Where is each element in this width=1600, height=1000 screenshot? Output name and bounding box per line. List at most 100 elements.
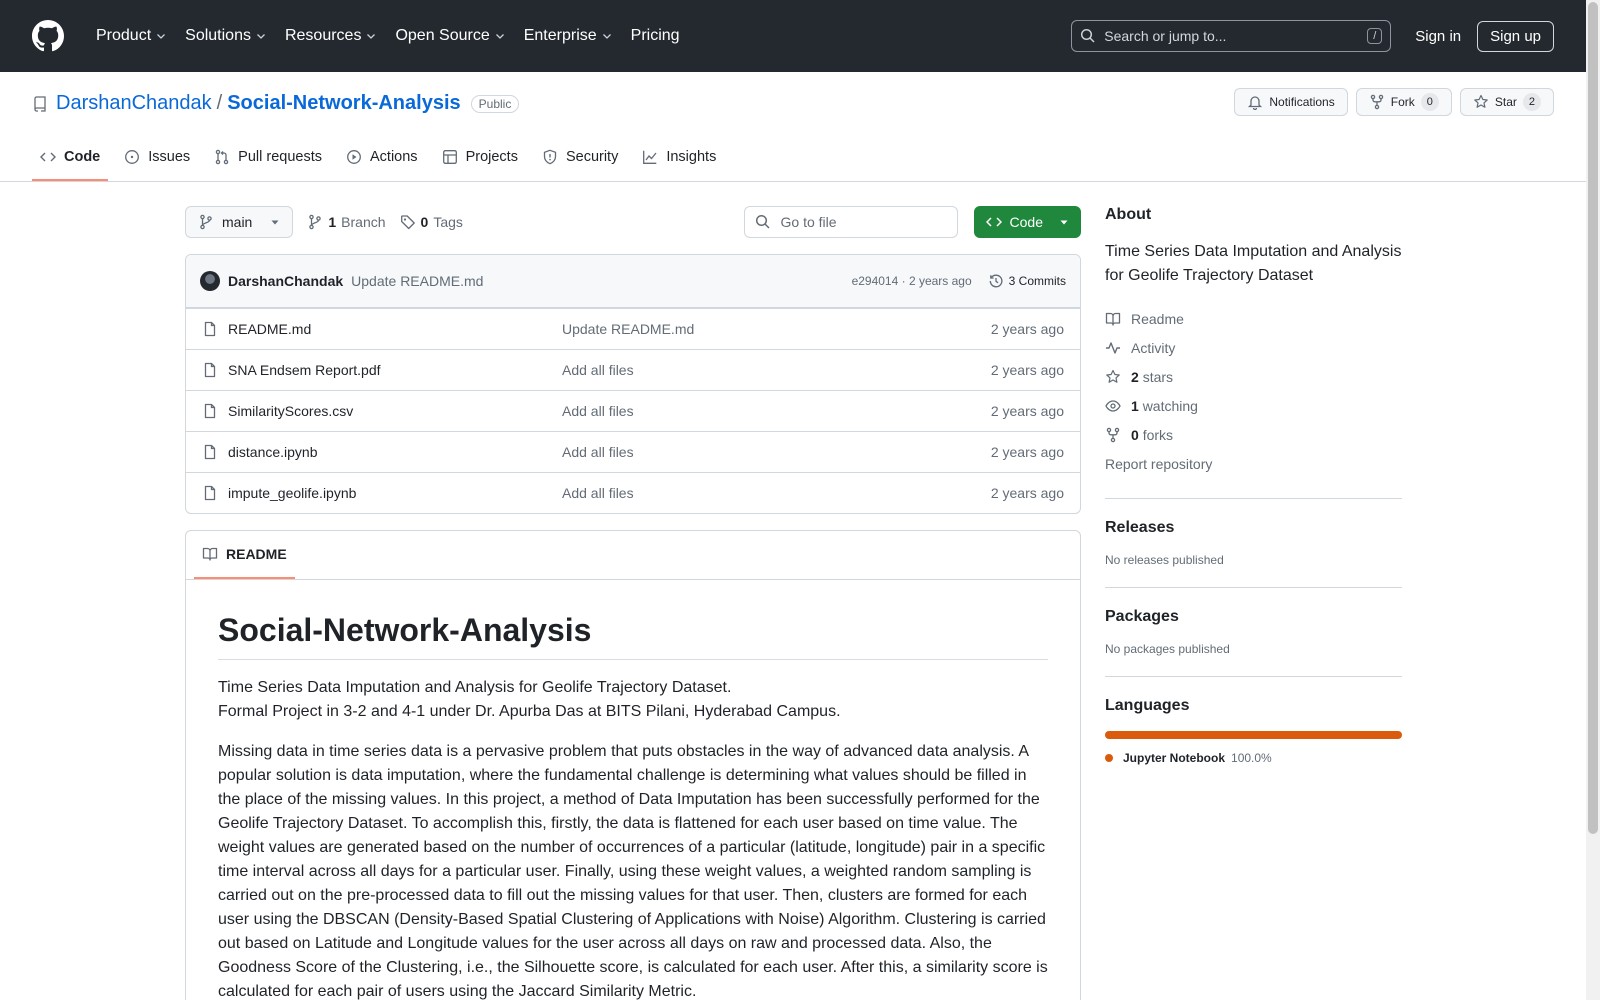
releases-heading[interactable]: Releases [1105,519,1402,537]
tab-code[interactable]: Code [32,135,109,181]
fork-icon [1105,427,1121,443]
star-button[interactable]: Star 2 [1459,88,1554,116]
notifications-button[interactable]: Notifications [1234,88,1348,116]
file-icon [202,485,218,501]
tab-security[interactable]: Security [534,135,626,181]
graph-icon [642,149,658,165]
chevron-down-icon [365,30,377,42]
tab-issues[interactable]: Issues [116,135,198,181]
commit-author-link[interactable]: DarshanChandak [228,273,343,289]
chevron-down-icon [601,30,613,42]
file-icon [202,362,218,378]
file-name-link[interactable]: SNA Endsem Report.pdf [228,362,562,378]
chevron-down-icon [255,30,267,42]
sign-in-link[interactable]: Sign in [1407,22,1469,51]
readme-intro: Time Series Data Imputation and Analysis… [218,676,1048,724]
file-name-link[interactable]: impute_geolife.ipynb [228,485,562,501]
github-logo-icon[interactable] [32,20,64,52]
file-row[interactable]: impute_geolife.ipynb Add all files 2 yea… [186,472,1080,513]
repo-sidebar: About Time Series Data Imputation and An… [1105,206,1402,765]
file-name-link[interactable]: distance.ipynb [228,444,562,460]
nav-product[interactable]: Product [88,21,175,51]
repo-icon [32,95,48,112]
shield-icon [542,149,558,165]
nav-pricing[interactable]: Pricing [623,21,688,51]
chevron-down-icon [155,30,167,42]
releases-section: Releases No releases published [1105,498,1402,567]
readme-tab[interactable]: README [194,531,295,579]
file-commit-date: 2 years ago [990,362,1064,378]
tab-insights[interactable]: Insights [634,135,724,181]
stars-link[interactable]: 2 stars [1105,362,1402,391]
fork-icon [1369,94,1385,110]
nav-enterprise[interactable]: Enterprise [516,21,621,51]
tab-actions[interactable]: Actions [338,135,426,181]
file-row[interactable]: SimilarityScores.csv Add all files 2 yea… [186,390,1080,431]
file-commit-message[interactable]: Add all files [562,362,991,378]
language-color-dot [1105,754,1113,762]
page-scrollbar[interactable] [1586,0,1600,1000]
go-to-file-input[interactable]: Go to file [743,206,958,238]
code-dropdown-button[interactable]: Code [973,206,1081,238]
forks-link[interactable]: 0 forks [1105,420,1402,449]
global-search-input[interactable]: Search or jump to... / [1071,20,1392,52]
caret-down-icon [270,217,280,227]
tags-link[interactable]: 0 Tags [400,214,463,230]
packages-heading[interactable]: Packages [1105,608,1402,626]
file-commit-date: 2 years ago [990,403,1064,419]
about-description: Time Series Data Imputation and Analysis… [1105,243,1402,284]
readme-link[interactable]: Readme [1105,304,1402,333]
repo-header: DarshanChandak / Social-Network-Analysis… [0,72,1586,182]
search-icon [755,214,771,230]
commit-sha-time[interactable]: e294014 · 2 years ago [852,274,972,288]
nav-open-source[interactable]: Open Source [387,21,513,51]
repo-name-link[interactable]: Social-Network-Analysis [227,92,460,115]
report-repository-link[interactable]: Report repository [1105,449,1402,478]
commit-message-link[interactable]: Update README.md [351,273,483,289]
repo-owner-link[interactable]: DarshanChandak [56,92,212,115]
code-icon [985,214,1002,230]
branch-select-button[interactable]: main [185,206,294,238]
file-commit-message[interactable]: Add all files [562,444,991,460]
readme-title: Social-Network-Analysis [218,612,1048,660]
packages-empty: No packages published [1105,642,1230,656]
sign-up-button[interactable]: Sign up [1477,20,1554,52]
chevron-down-icon [494,30,506,42]
watching-link[interactable]: 1 watching [1105,391,1402,420]
file-commit-message[interactable]: Add all files [562,485,991,501]
about-heading: About [1105,206,1152,223]
file-name-link[interactable]: SimilarityScores.csv [228,403,562,419]
file-row[interactable]: distance.ipynb Add all files 2 years ago [186,431,1080,472]
language-bar [1105,731,1402,739]
file-icon [202,444,218,460]
file-name-link[interactable]: README.md [228,321,562,337]
languages-section: Languages Jupyter Notebook 100.0% [1105,676,1402,765]
search-icon [1080,28,1096,44]
tab-projects[interactable]: Projects [434,135,526,181]
file-commit-message[interactable]: Add all files [562,403,991,419]
file-toolbar: main 1 Branch 0 Tags Go to file Code [185,206,1081,238]
file-row[interactable]: SNA Endsem Report.pdf Add all files 2 ye… [186,349,1080,390]
header-actions: Search or jump to... / Sign in Sign up [1071,20,1554,52]
nav-resources[interactable]: Resources [277,21,385,51]
avatar[interactable] [200,271,220,291]
language-item[interactable]: Jupyter Notebook 100.0% [1105,751,1402,765]
fork-button[interactable]: Fork 0 [1355,88,1452,116]
file-commit-message[interactable]: Update README.md [562,321,991,337]
table-icon [442,149,458,165]
branches-link[interactable]: 1 Branch [307,214,386,230]
activity-link[interactable]: Activity [1105,333,1402,362]
commits-link[interactable]: 3 Commits [988,273,1066,289]
scrollbar-thumb[interactable] [1588,2,1598,834]
languages-heading: Languages [1105,697,1190,714]
readme-line-1: Time Series Data Imputation and Analysis… [218,679,732,696]
releases-empty: No releases published [1105,553,1224,567]
nav-solutions[interactable]: Solutions [177,21,275,51]
tab-pull-requests[interactable]: Pull requests [206,135,330,181]
file-row[interactable]: README.md Update README.md 2 years ago [186,308,1080,349]
file-browser: DarshanChandak Update README.md e294014 … [185,254,1081,514]
caret-down-icon [1059,217,1069,227]
repo-path-separator: / [216,92,223,114]
code-icon [40,149,56,165]
file-commit-date: 2 years ago [990,485,1064,501]
